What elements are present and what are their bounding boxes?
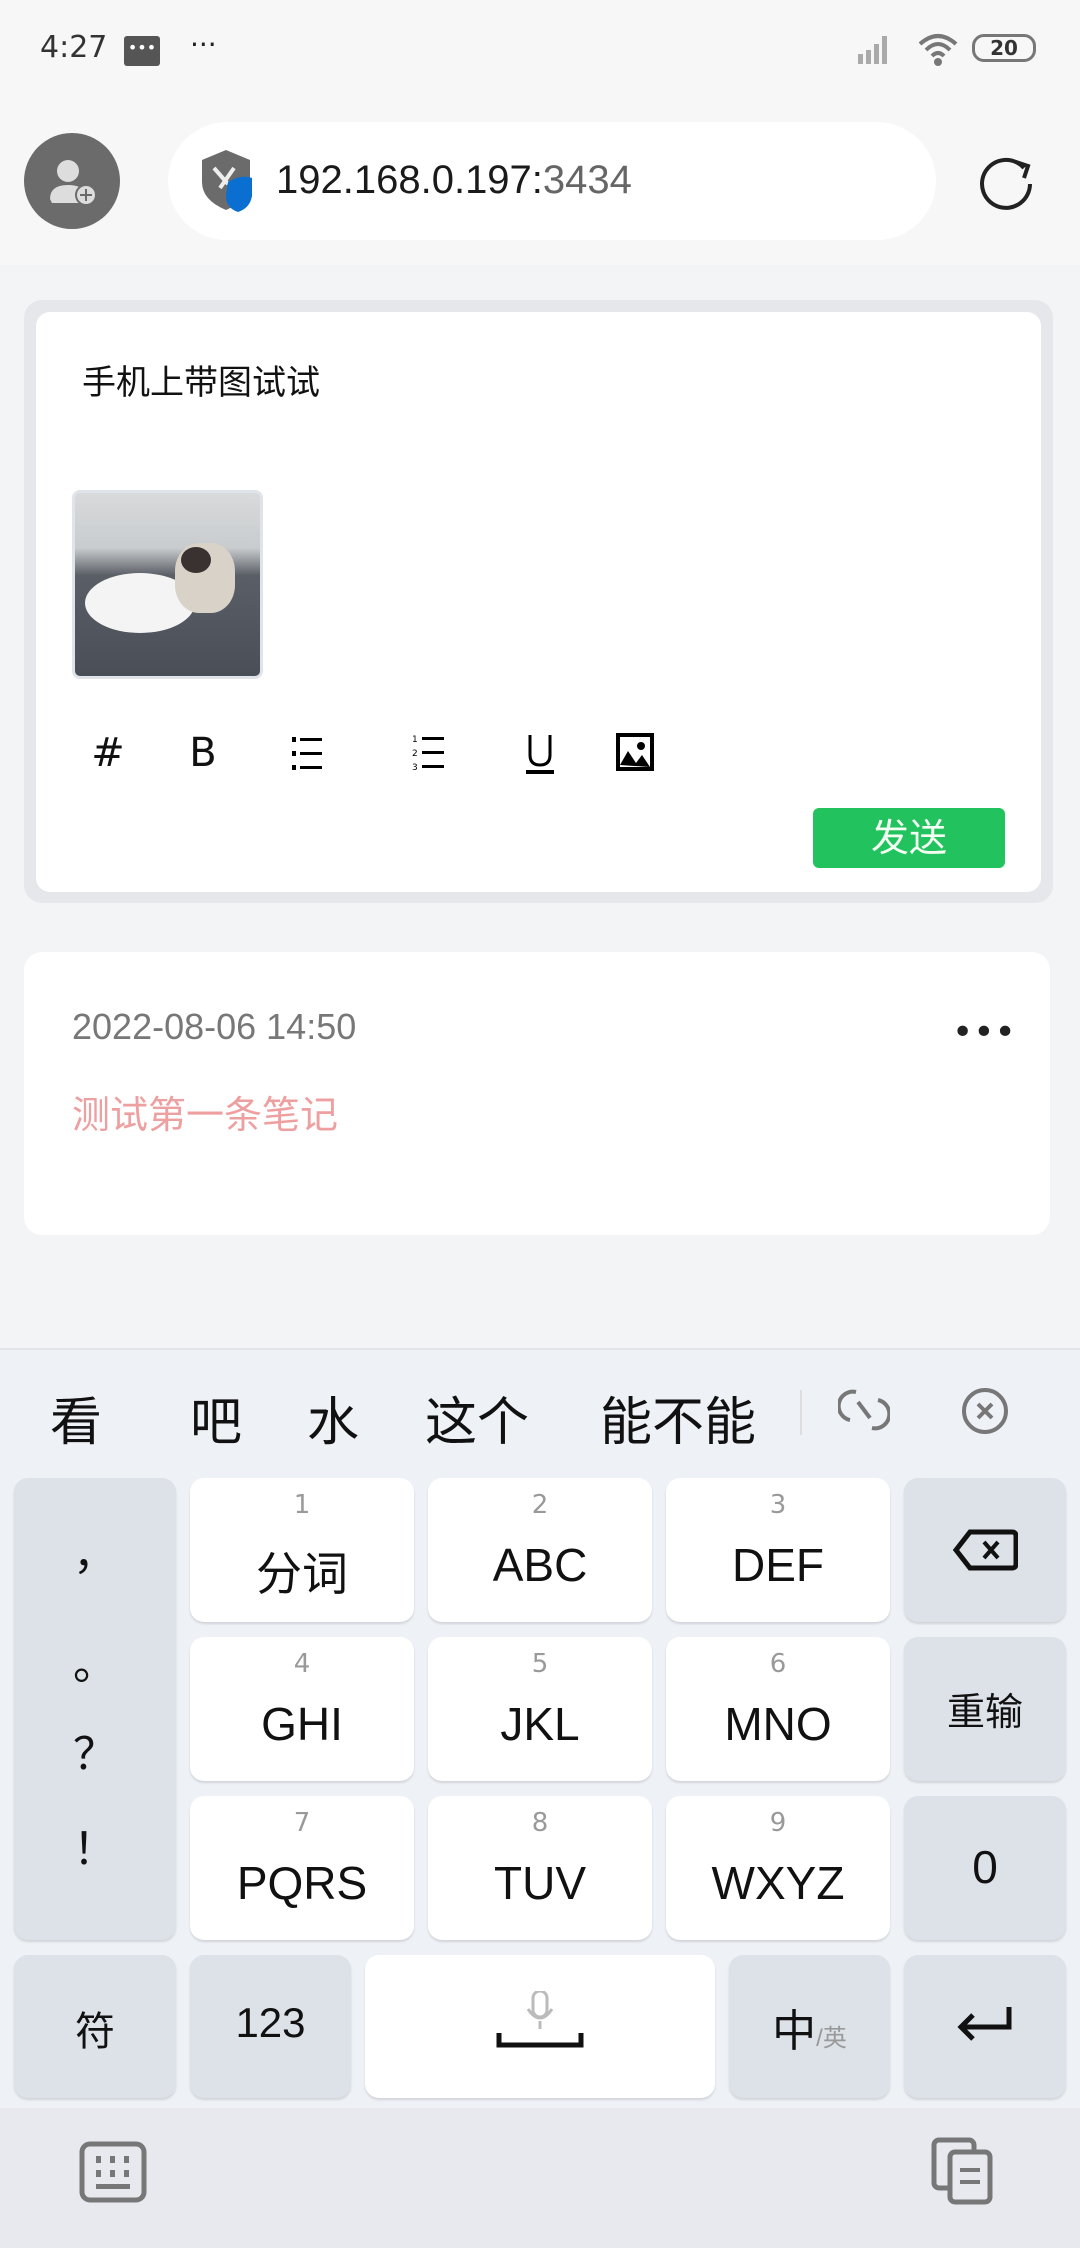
key-8[interactable]: 8 TUV bbox=[428, 1796, 652, 1940]
candidate-word[interactable]: 水 bbox=[307, 1380, 359, 1455]
candidate-word[interactable]: 能不能 bbox=[600, 1380, 756, 1455]
key-number: 6 bbox=[769, 1649, 787, 1679]
key-number: 2 bbox=[531, 1490, 549, 1520]
signal-icon bbox=[858, 36, 887, 64]
key-number: 7 bbox=[293, 1808, 311, 1838]
url-port: 3434 bbox=[542, 158, 632, 202]
punct-comma[interactable]: ， bbox=[14, 1518, 176, 1582]
key-6[interactable]: 6 MNO bbox=[666, 1637, 890, 1781]
note-text[interactable]: 测试第一条笔记 bbox=[72, 1084, 338, 1139]
space-key[interactable] bbox=[365, 1955, 715, 2098]
wifi-icon bbox=[918, 34, 958, 66]
attached-image-thumbnail[interactable] bbox=[72, 490, 263, 679]
close-keyboard-icon[interactable] bbox=[960, 1386, 1010, 1436]
key-number: 9 bbox=[769, 1808, 787, 1838]
keyboard-bottom-bar bbox=[0, 2108, 1080, 2248]
key-label: ABC bbox=[492, 1539, 588, 1591]
user-add-icon bbox=[50, 160, 97, 206]
lang-alt: /英 bbox=[816, 2025, 847, 2052]
candidate-divider bbox=[800, 1390, 802, 1435]
key-1[interactable]: 1 分词 bbox=[190, 1478, 414, 1622]
note-more-menu-icon[interactable]: ••• bbox=[952, 1012, 1016, 1053]
punct-exclaim[interactable]: ！ bbox=[14, 1813, 176, 1877]
candidate-word[interactable]: 吧 bbox=[190, 1380, 242, 1455]
punct-period[interactable]: 。 bbox=[14, 1628, 176, 1692]
key-label: 0 bbox=[972, 1841, 998, 1893]
bullet-list-icon[interactable] bbox=[290, 735, 334, 773]
enter-key[interactable] bbox=[904, 1955, 1066, 2098]
key-label: DEF bbox=[732, 1539, 824, 1591]
numbers-key[interactable]: 123 bbox=[190, 1955, 351, 2098]
numbered-list-icon[interactable]: 1 2 3 bbox=[410, 733, 454, 773]
send-button[interactable]: 发送 bbox=[813, 808, 1005, 868]
key-label: MNO bbox=[724, 1698, 832, 1750]
heading-tool-button[interactable]: # bbox=[78, 725, 138, 781]
more-notifications-icon: ··· bbox=[190, 28, 217, 61]
candidate-word[interactable]: 看 bbox=[50, 1380, 102, 1455]
key-label: JKL bbox=[500, 1698, 580, 1750]
insert-image-icon[interactable] bbox=[616, 733, 656, 773]
symbols-key[interactable]: 符 bbox=[14, 1955, 176, 2098]
bold-tool-button[interactable]: B bbox=[173, 725, 233, 781]
key-label: 分词 bbox=[256, 1548, 348, 1600]
url-host: 192.168.0.197: bbox=[276, 158, 543, 202]
clipboard-icon[interactable] bbox=[930, 2136, 1000, 2206]
key-0[interactable]: 0 bbox=[904, 1796, 1066, 1940]
svg-text:3: 3 bbox=[412, 763, 418, 773]
key-number: 3 bbox=[769, 1490, 787, 1520]
security-shield-icon bbox=[202, 150, 252, 212]
key-label: TUV bbox=[494, 1857, 586, 1909]
key-number: 4 bbox=[293, 1649, 311, 1679]
account-add-button[interactable] bbox=[24, 133, 120, 229]
language-toggle-key[interactable]: 中/英 bbox=[729, 1955, 890, 2098]
reinput-key[interactable]: 重输 bbox=[904, 1637, 1066, 1781]
enter-icon bbox=[957, 2007, 1012, 2041]
candidate-word[interactable]: 这个 bbox=[425, 1380, 529, 1455]
key-number: 5 bbox=[531, 1649, 549, 1679]
editor-text[interactable]: 手机上带图试试 bbox=[82, 355, 320, 404]
key-7[interactable]: 7 PQRS bbox=[190, 1796, 414, 1940]
battery-level: 20 bbox=[990, 36, 1018, 60]
key-9[interactable]: 9 WXYZ bbox=[666, 1796, 890, 1940]
key-3[interactable]: 3 DEF bbox=[666, 1478, 890, 1622]
backspace-key[interactable] bbox=[904, 1478, 1066, 1622]
lang-main: 中 bbox=[772, 2007, 817, 2056]
key-label: 重输 bbox=[946, 1692, 1023, 1734]
key-number: 1 bbox=[293, 1490, 311, 1520]
clipboard-link-icon[interactable] bbox=[838, 1384, 890, 1436]
mic-space-icon bbox=[496, 1989, 584, 2048]
key-label: PQRS bbox=[236, 1857, 368, 1909]
status-time: 4:27 bbox=[40, 30, 108, 65]
key-label: WXYZ bbox=[711, 1857, 845, 1909]
punct-question[interactable]: ？ bbox=[14, 1718, 176, 1782]
svg-text:2: 2 bbox=[412, 749, 418, 759]
note-date: 2022-08-06 14:50 bbox=[72, 1006, 357, 1047]
underline-icon[interactable] bbox=[522, 733, 558, 775]
backspace-icon bbox=[952, 1529, 1019, 1571]
key-number: 8 bbox=[531, 1808, 549, 1838]
key-label: 123 bbox=[235, 1999, 306, 2046]
key-5[interactable]: 5 JKL bbox=[428, 1637, 652, 1781]
key-label: GHI bbox=[261, 1698, 343, 1750]
refresh-icon[interactable] bbox=[978, 152, 1038, 214]
message-notification-icon: ••• bbox=[124, 36, 160, 66]
svg-text:1: 1 bbox=[412, 735, 418, 745]
battery-icon: 20 bbox=[972, 34, 1036, 62]
key-label: 符 bbox=[75, 2010, 115, 2054]
keyboard-switch-icon[interactable] bbox=[78, 2140, 148, 2204]
url-text[interactable]: 192.168.0.197:3434 bbox=[276, 158, 632, 203]
key-4[interactable]: 4 GHI bbox=[190, 1637, 414, 1781]
punctuation-column[interactable]: ， 。 ？ ！ bbox=[14, 1478, 176, 1940]
key-2[interactable]: 2 ABC bbox=[428, 1478, 652, 1622]
